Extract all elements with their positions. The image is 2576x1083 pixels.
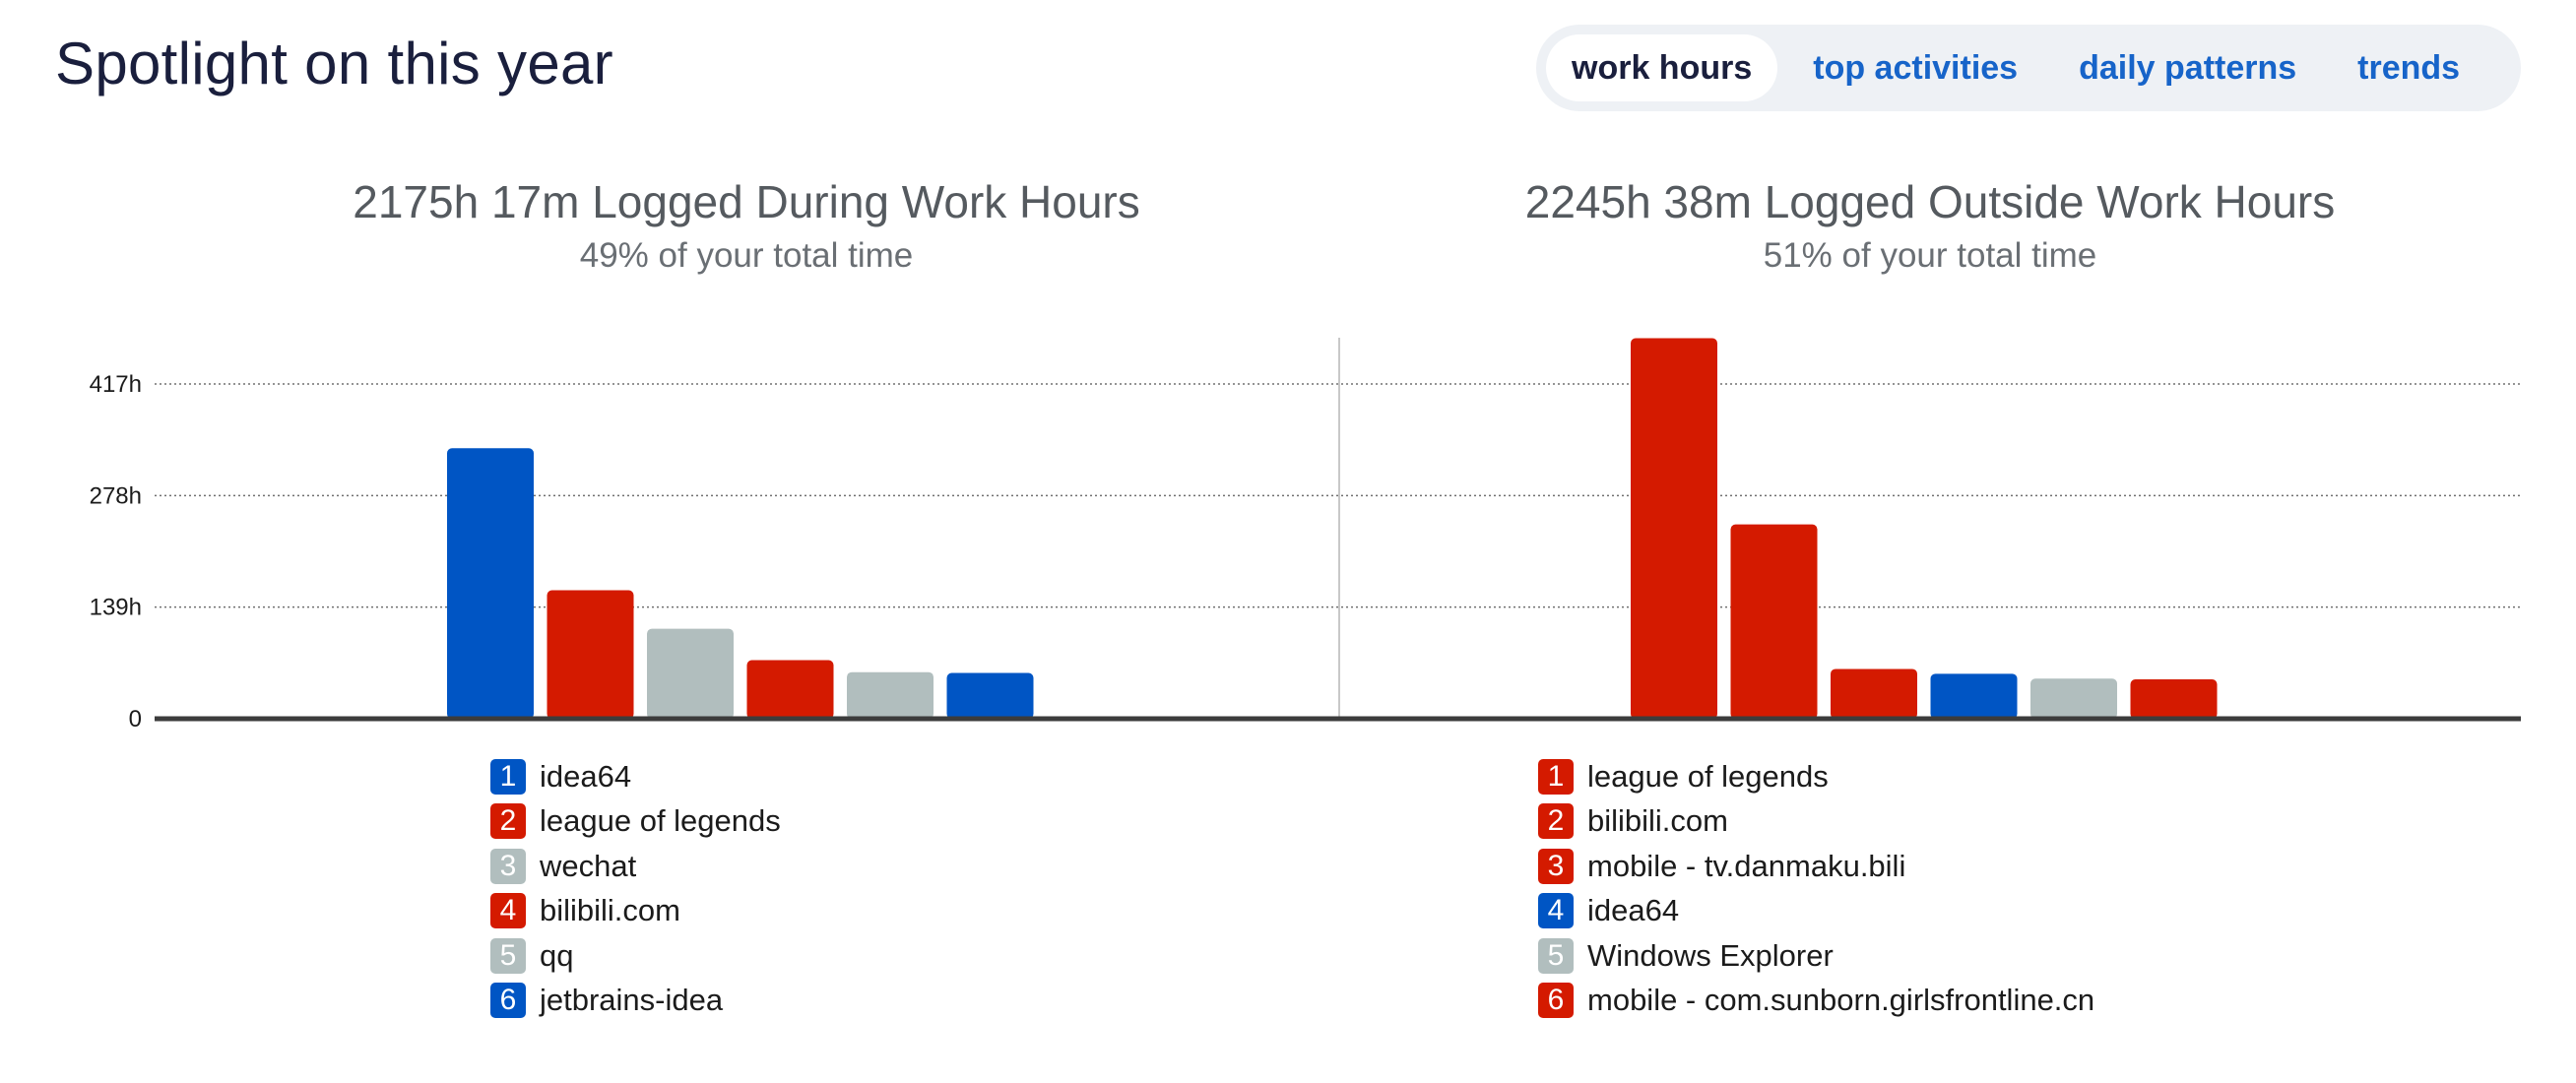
legend-label: bilibili.com (540, 893, 680, 928)
y-tick-label: 278h (90, 482, 142, 509)
bar-outside-2 (1730, 524, 1818, 719)
legend-item: 5 Windows Explorer (1538, 933, 2094, 979)
legend-rank-badge: 4 (1538, 893, 1574, 929)
legend-label: wechat (540, 848, 637, 883)
bar-work-5 (847, 671, 934, 719)
bar-work-1 (447, 448, 534, 719)
legend-label: Windows Explorer (1587, 937, 1834, 973)
legend-item: 4 idea64 (1538, 889, 2094, 934)
legend-rank-badge: 2 (1538, 803, 1574, 840)
legend-rank-badge: 4 (490, 893, 526, 929)
bar-work-2 (547, 590, 634, 719)
bar-work-4 (746, 660, 834, 719)
legend-label: mobile - tv.danmaku.bili (1587, 848, 1906, 883)
outside-hours-legend: 1 league of legends 2 bilibili.com 3 mob… (1538, 754, 2094, 1023)
legend-item: 6 mobile - com.sunborn.girlsfrontline.cn (1538, 979, 2094, 1024)
bar-outside-5 (2030, 678, 2117, 719)
y-tick-label: 417h (90, 371, 142, 398)
legend-rank-badge: 6 (1538, 983, 1574, 1019)
legend-item: 2 bilibili.com (1538, 799, 2094, 845)
legend-label: bilibili.com (1587, 803, 1728, 839)
legend-rank-badge: 3 (490, 848, 526, 884)
legend-label: jetbrains-idea (540, 983, 724, 1018)
legend-rank-badge: 1 (490, 758, 526, 795)
work-hours-legend: 1 idea64 2 league of legends 3 wechat 4 … (490, 754, 781, 1023)
bar-chart: 0 139h 278h 417h (90, 338, 2521, 733)
legend-item: 1 league of legends (1538, 754, 2094, 799)
legend-item: 2 league of legends (490, 799, 781, 845)
legend-rank-badge: 6 (490, 983, 526, 1019)
bar-work-6 (946, 672, 1034, 719)
legend-rank-badge: 5 (1538, 937, 1574, 974)
bar-outside-3 (1831, 669, 1917, 719)
legend-item: 6 jetbrains-idea (490, 979, 781, 1024)
legend-label: league of legends (1587, 758, 1829, 794)
legend-item: 5 qq (490, 933, 781, 979)
legend-rank-badge: 1 (1538, 758, 1574, 795)
legend-label: idea64 (540, 758, 632, 794)
bar-outside-6 (2130, 679, 2218, 719)
legend-item: 3 wechat (490, 844, 781, 889)
y-tick-label: 0 (129, 706, 142, 733)
legend-item: 3 mobile - tv.danmaku.bili (1538, 844, 2094, 889)
legend-rank-badge: 3 (1538, 848, 1574, 884)
legend-item: 4 bilibili.com (490, 889, 781, 934)
legend-rank-badge: 2 (490, 803, 526, 840)
legend-label: qq (540, 937, 574, 973)
legend-label: mobile - com.sunborn.girlsfrontline.cn (1587, 983, 2095, 1018)
bar-outside-1 (1631, 338, 1717, 719)
legend-rank-badge: 5 (490, 937, 526, 974)
bar-outside-4 (1930, 673, 2018, 719)
legend-item: 1 idea64 (490, 754, 781, 799)
y-tick-label: 139h (90, 595, 142, 621)
legend-label: idea64 (1587, 893, 1680, 928)
legend-label: league of legends (540, 803, 781, 839)
bar-work-3 (647, 628, 734, 719)
